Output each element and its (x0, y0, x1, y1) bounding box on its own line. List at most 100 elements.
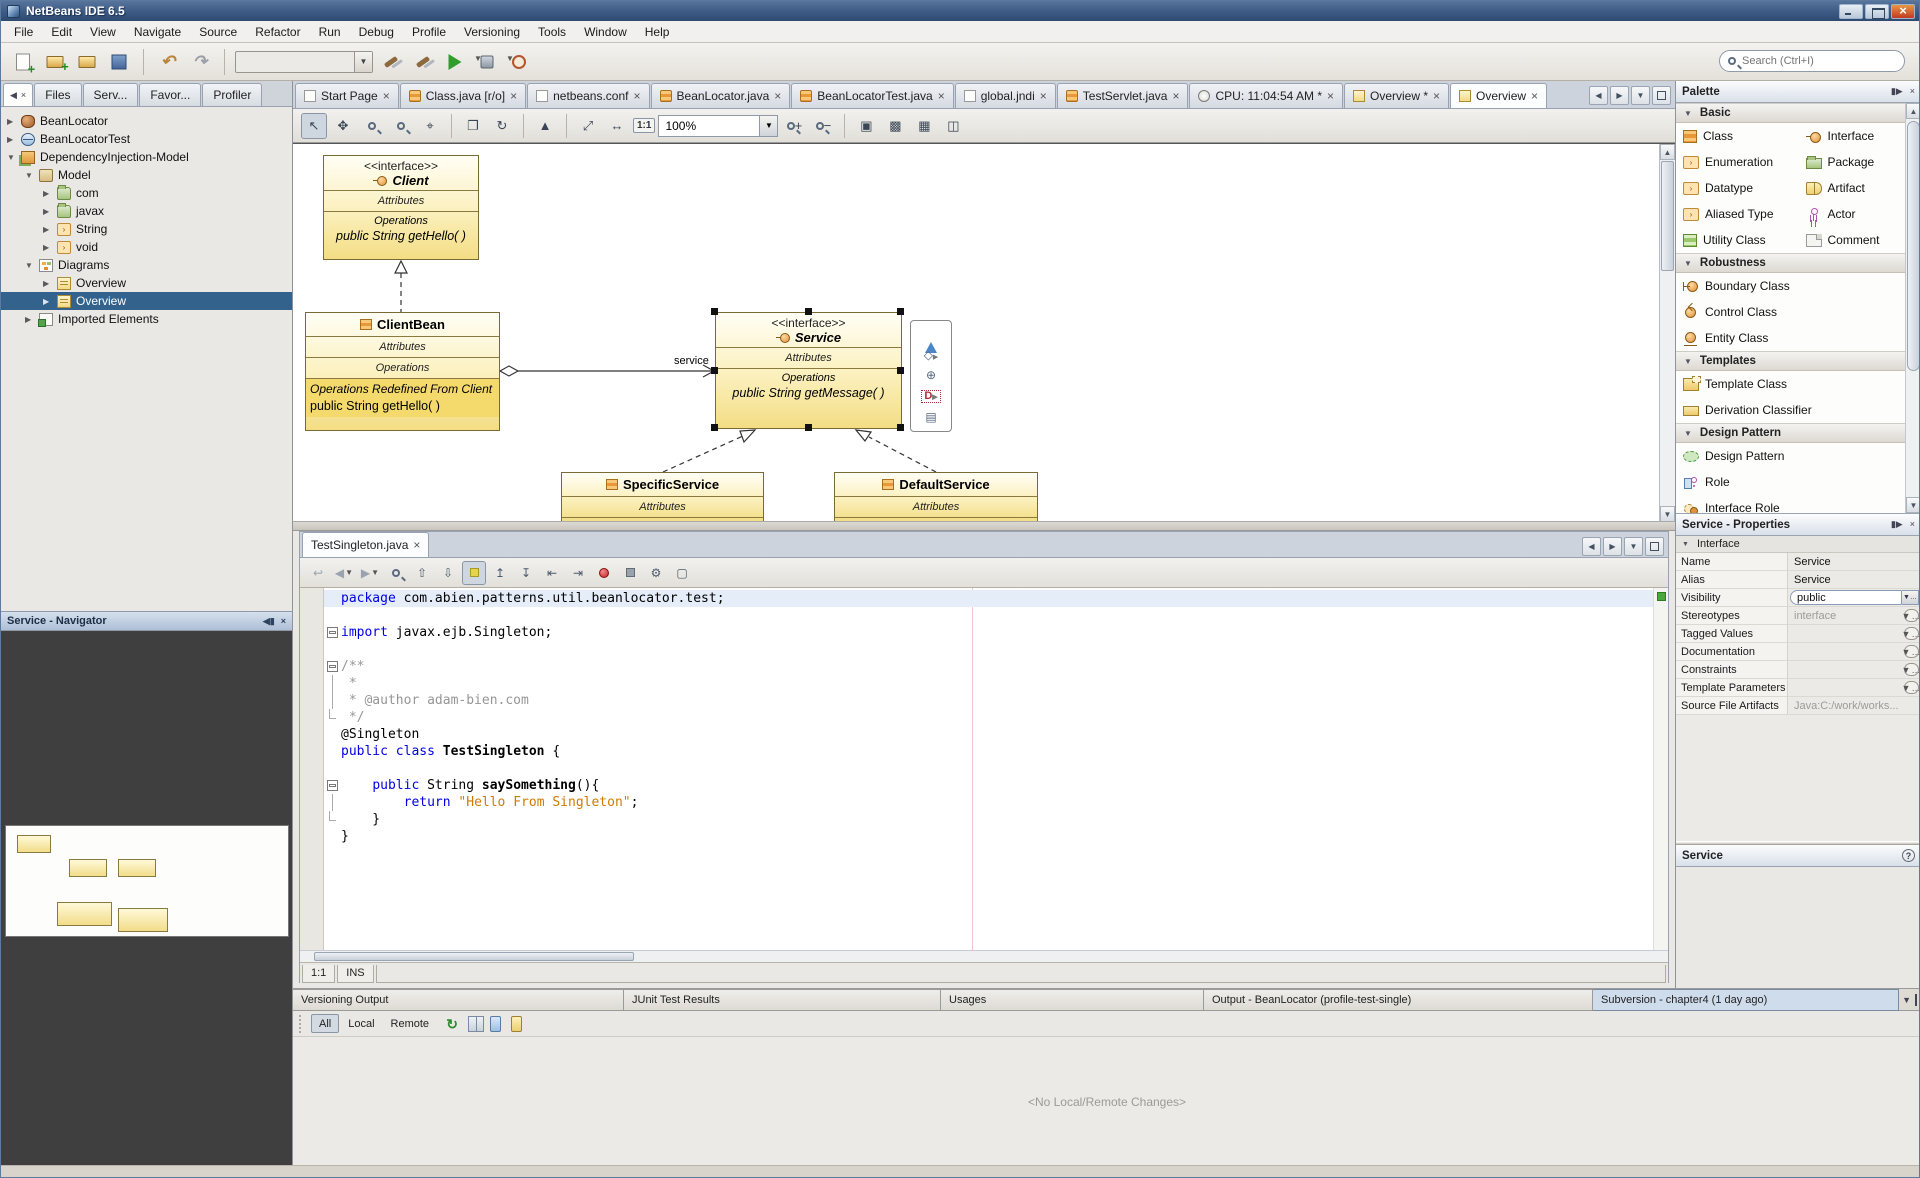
float-window-icon[interactable]: ▮▶ (1891, 86, 1903, 97)
zoom-out-button[interactable]: − (810, 113, 836, 139)
palette-section-design-pattern[interactable]: Design Pattern (1676, 423, 1920, 443)
scroll-tabs-right-button[interactable]: ▶ (1603, 537, 1622, 556)
close-tab-icon[interactable]: × (634, 89, 641, 103)
scroll-up-icon[interactable]: ▲ (1906, 103, 1920, 119)
palette-item[interactable]: Entity Class (1676, 325, 1920, 351)
dependency-tool-icon[interactable]: D▶ (921, 390, 940, 403)
expander-icon[interactable]: ▶ (43, 279, 57, 288)
float-window-icon[interactable]: ▮▶ (1891, 519, 1903, 530)
tree-item[interactable]: ▶ BeanLocator (1, 112, 292, 130)
palette-item[interactable]: Derivation Classifier (1676, 397, 1920, 423)
menu-item[interactable]: Run (310, 23, 350, 41)
tree-item[interactable]: ▶ Overview (1, 274, 292, 292)
scroll-down-icon[interactable]: ▼ (1906, 497, 1920, 513)
next-bookmark-button[interactable]: ↧ (514, 561, 538, 585)
attributes-compartment[interactable]: Attributes (716, 348, 901, 369)
expander-icon[interactable]: ▶ (43, 207, 57, 216)
close-icon[interactable]: × (21, 90, 26, 100)
diff-icon[interactable] (468, 1016, 484, 1032)
layout-hierarchical-button[interactable]: ▦ (911, 113, 937, 139)
close-tab-icon[interactable]: × (413, 538, 420, 552)
menu-item[interactable]: Tools (529, 23, 575, 41)
property-value[interactable]: Service (1788, 553, 1920, 570)
output-tab[interactable]: Output - BeanLocator (profile-test-singl… (1204, 989, 1593, 1011)
show-related-elements-button[interactable]: ▩ (882, 113, 908, 139)
search-input[interactable] (1742, 55, 1882, 67)
menu-item[interactable]: Debug (350, 23, 403, 41)
palette-item[interactable]: Template Class (1676, 371, 1920, 397)
filter-button[interactable]: Local (341, 1014, 381, 1033)
close-icon[interactable]: × (1910, 86, 1915, 97)
save-all-button[interactable] (105, 48, 133, 76)
expander-icon[interactable]: ▶ (43, 297, 57, 306)
refresh-icon[interactable] (444, 1016, 460, 1032)
debug-project-button[interactable]: ▼ (473, 48, 501, 76)
property-value[interactable]: interface (1788, 607, 1904, 624)
palette-item[interactable]: Enumeration (1676, 149, 1799, 175)
shift-right-button[interactable]: ⇥ (566, 561, 590, 585)
configuration-combobox[interactable]: ▼ (235, 51, 373, 73)
filter-button[interactable]: All (311, 1014, 339, 1033)
tab-list-button[interactable]: ▼ (1631, 86, 1650, 105)
palette-item[interactable]: Datatype (1676, 175, 1799, 201)
palette-item[interactable]: Artifact (1799, 175, 1920, 201)
palette-item[interactable]: Role (1676, 469, 1920, 495)
palette-item[interactable]: Comment (1799, 227, 1920, 253)
clean-build-button[interactable] (409, 48, 437, 76)
menu-item[interactable]: Help (636, 23, 679, 41)
close-icon[interactable]: × (1910, 519, 1915, 530)
palette-item[interactable]: Actor (1799, 201, 1920, 227)
tree-item[interactable]: ▼ Model (1, 166, 292, 184)
menu-item[interactable]: Window (575, 23, 636, 41)
tree-item[interactable]: ▶ void (1, 238, 292, 256)
expander-icon[interactable]: ▶ (25, 315, 39, 324)
tree-item[interactable]: ▼ Diagrams (1, 256, 292, 274)
palette-item[interactable]: Control Class (1676, 299, 1920, 325)
back-button[interactable]: ◀ ▼ (332, 561, 356, 585)
find-selection-button[interactable] (384, 561, 408, 585)
expander-icon[interactable]: ▼ (25, 171, 39, 180)
toolbar-grip[interactable] (299, 1015, 303, 1033)
uml-class-specificservice[interactable]: SpecificService Attributes (561, 472, 764, 521)
property-value[interactable] (1788, 679, 1904, 696)
zoom-in-button[interactable]: + (781, 113, 807, 139)
editor-tab[interactable]: global.jndi × (955, 83, 1056, 108)
generalization-tool-icon[interactable] (925, 329, 937, 341)
minimize-window-icon[interactable]: ◀▮ (263, 616, 275, 627)
selection-handle[interactable] (805, 308, 812, 315)
comment-button[interactable]: ⚙ (644, 561, 668, 585)
palette-item[interactable]: Class (1676, 123, 1799, 149)
editor-tab[interactable]: BeanLocatorTest.java × (791, 83, 953, 108)
property-editor-button[interactable]: ▼… (1904, 663, 1919, 676)
palette-item[interactable]: Package (1799, 149, 1920, 175)
output-tab[interactable]: Versioning Output (293, 989, 624, 1011)
menu-item[interactable]: Edit (42, 23, 81, 41)
uncomment-button[interactable]: ▢ (670, 561, 694, 585)
diagram-minimap[interactable] (5, 825, 289, 937)
expander-icon[interactable]: ▶ (43, 243, 57, 252)
palette-section-robustness[interactable]: Robustness (1676, 253, 1920, 273)
output-tab[interactable]: Usages (941, 989, 1204, 1011)
property-editor-button[interactable]: ▼… (1902, 590, 1919, 605)
filter-button[interactable]: Remote (384, 1014, 437, 1033)
close-tab-icon[interactable]: × (510, 89, 517, 103)
interactive-zoom-button[interactable] (388, 113, 414, 139)
find-next-button[interactable]: ⇩ (436, 561, 460, 585)
property-value[interactable]: Service (1788, 571, 1920, 588)
operation-label[interactable]: public String getHello( ) (324, 227, 478, 243)
close-button[interactable] (1891, 4, 1915, 19)
new-project-button[interactable] (41, 48, 69, 76)
comment-link-tool-icon[interactable]: ▤ (925, 411, 936, 423)
palette-item[interactable]: Aliased Type (1676, 201, 1799, 227)
operations-compartment[interactable]: Operations public String getHello( ) (324, 212, 478, 247)
uml-diagram-canvas[interactable]: service <<interface>> Client Attributes … (293, 143, 1675, 521)
selection-handle[interactable] (897, 424, 904, 431)
menu-item[interactable]: File (5, 23, 42, 41)
editor-gutter[interactable] (300, 588, 324, 950)
find-previous-button[interactable]: ⇧ (410, 561, 434, 585)
selection-handle[interactable] (711, 424, 718, 431)
selection-handle[interactable] (711, 367, 718, 374)
maximize-window-button[interactable] (1645, 537, 1664, 556)
code-editor[interactable]: package com.abien.patterns.util.beanloca… (300, 588, 1668, 950)
property-value[interactable]: public (1790, 590, 1902, 605)
